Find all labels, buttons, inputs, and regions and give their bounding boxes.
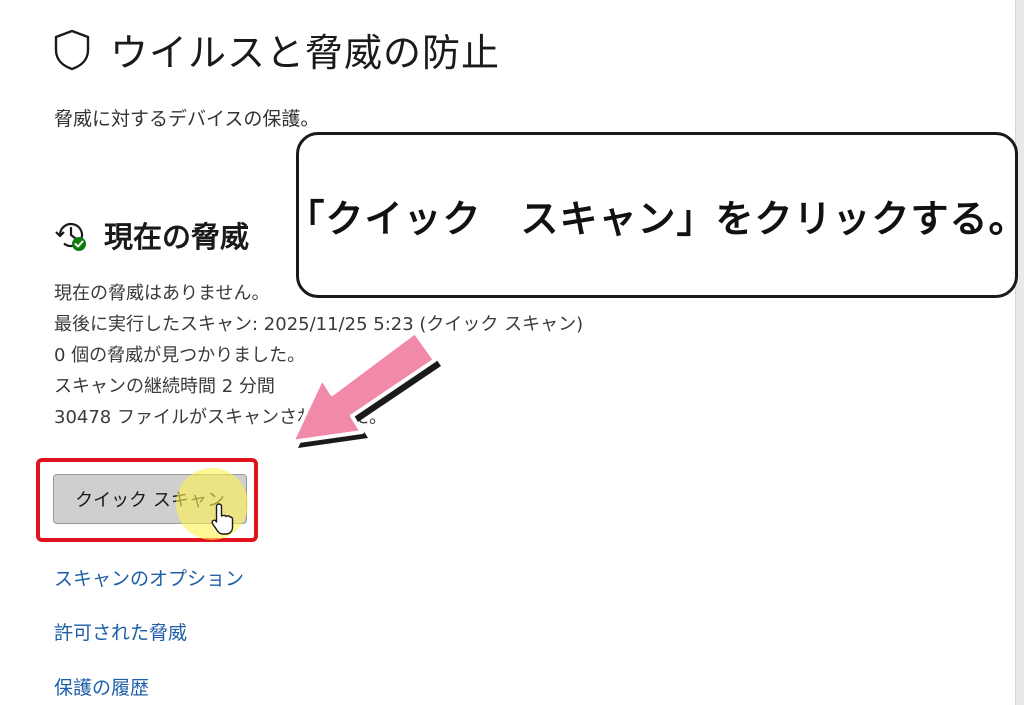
allowed-threats-link[interactable]: 許可された脅威 — [54, 618, 187, 645]
history-icon — [55, 222, 86, 251]
scan-options-link[interactable]: スキャンのオプション — [54, 564, 244, 591]
scan-duration-text: スキャンの継続時間 2 分間 — [54, 376, 275, 397]
shield-icon — [54, 29, 90, 70]
last-scan-text: 最後に実行したスキャン: 2025/11/25 5:23 (クイック スキャン) — [54, 314, 584, 335]
scan-info: 現在の脅威はありません。 最後に実行したスキャン: 2025/11/25 5:2… — [54, 278, 583, 433]
threats-found-text: 0 個の脅威が見つかりました。 — [54, 345, 306, 366]
instruction-callout: 「クイック スキャン」をクリックする。 — [287, 132, 1024, 298]
protection-history-link[interactable]: 保護の履歴 — [54, 673, 149, 700]
page-subtitle: 脅威に対するデバイスの保護。 — [54, 108, 320, 130]
files-scanned-text: 30478 ファイルがスキャンされました。 — [54, 407, 387, 428]
page-header: ウイルスと脅威の防止 — [52, 22, 500, 77]
page: ウイルスと脅威の防止 脅威に対するデバイスの保護。 現在の脅威 現在の脅威はあり… — [0, 0, 1024, 705]
quick-scan-button[interactable]: クイック スキャン — [53, 474, 247, 524]
scrollbar[interactable] — [1015, 0, 1024, 705]
section-title: 現在の脅威 — [104, 220, 250, 254]
current-threats-header: 現在の脅威 — [54, 214, 249, 256]
page-title: ウイルスと脅威の防止 — [110, 31, 501, 75]
callout-text: 「クイック スキャン」をクリックする。 — [286, 196, 1024, 241]
